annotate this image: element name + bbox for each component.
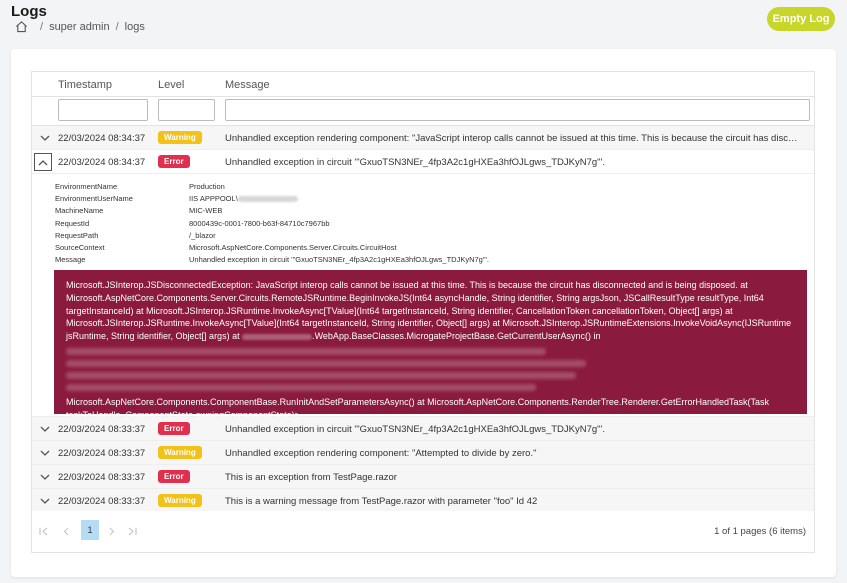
prop-value: Unhandled exception in circuit '"GxuoTSN… bbox=[189, 255, 490, 265]
row-message: This is an exception from TestPage.razor bbox=[225, 472, 397, 483]
row-message: Unhandled exception rendering component:… bbox=[225, 448, 537, 459]
exception-text-continued: .WebApp.BaseClasses.MicrogateProjectBase… bbox=[312, 331, 601, 342]
next-page-icon[interactable] bbox=[102, 521, 120, 541]
message-filter-input[interactable] bbox=[225, 99, 810, 121]
pager-info: 1 of 1 pages (6 items) bbox=[714, 526, 806, 537]
column-header-timestamp[interactable]: Timestamp bbox=[58, 79, 112, 91]
table-row[interactable]: 22/03/2024 08:34:37 Warning Unhandled ex… bbox=[32, 126, 814, 150]
breadcrumb-item-super-admin[interactable]: super admin bbox=[49, 21, 110, 33]
row-timestamp: 22/03/2024 08:33:37 bbox=[58, 448, 146, 459]
redacted-text bbox=[242, 333, 313, 340]
prop-key: MachineName bbox=[55, 206, 104, 216]
row-message: Unhandled exception rendering component:… bbox=[225, 133, 802, 144]
row-timestamp: 22/03/2024 08:33:37 bbox=[58, 496, 146, 507]
grid-body: 22/03/2024 08:34:37 Warning Unhandled ex… bbox=[32, 126, 814, 514]
page-title: Logs bbox=[11, 3, 47, 20]
table-row[interactable]: 22/03/2024 08:33:37 Error Unhandled exce… bbox=[32, 417, 814, 441]
previous-page-icon[interactable] bbox=[57, 521, 75, 541]
expand-chevron-down-icon[interactable] bbox=[38, 131, 52, 145]
row-timestamp: 22/03/2024 08:34:37 bbox=[58, 133, 146, 144]
row-timestamp: 22/03/2024 08:33:37 bbox=[58, 472, 146, 483]
home-icon[interactable] bbox=[15, 20, 28, 33]
prop-key: SourceContext bbox=[55, 242, 105, 252]
expand-chevron-down-icon[interactable] bbox=[38, 422, 52, 436]
logs-grid: Timestamp Level Message 22/03/2024 08:34… bbox=[31, 71, 815, 515]
redacted-line bbox=[66, 359, 586, 367]
prop-value: IIS APPPOOL\ bbox=[189, 194, 298, 203]
prop-key: RequestPath bbox=[55, 230, 99, 240]
level-badge: Warning bbox=[158, 494, 202, 507]
level-badge: Warning bbox=[158, 131, 202, 144]
redacted-line bbox=[66, 383, 536, 391]
row-detail-panel: EnvironmentName Production EnvironmentUse… bbox=[32, 174, 814, 420]
filter-row bbox=[32, 97, 814, 126]
exception-panel: Microsoft.JSInterop.JSDisconnectedExcept… bbox=[54, 270, 807, 420]
column-header-level[interactable]: Level bbox=[158, 79, 184, 91]
expand-chevron-down-icon[interactable] bbox=[38, 494, 52, 508]
timestamp-filter-input[interactable] bbox=[58, 99, 148, 121]
empty-log-button[interactable]: Empty Log bbox=[767, 7, 835, 31]
level-badge: Error bbox=[158, 470, 190, 483]
column-header-message[interactable]: Message bbox=[225, 79, 270, 91]
last-page-icon[interactable] bbox=[123, 521, 141, 541]
grid-header: Timestamp Level Message bbox=[32, 72, 814, 97]
prop-key: EnvironmentName bbox=[55, 182, 118, 191]
row-timestamp: 22/03/2024 08:33:37 bbox=[58, 424, 146, 435]
level-badge: Warning bbox=[158, 446, 202, 459]
expand-chevron-down-icon[interactable] bbox=[38, 446, 52, 460]
level-badge: Error bbox=[158, 422, 190, 435]
table-row[interactable]: 22/03/2024 08:33:37 Error This is an exc… bbox=[32, 465, 814, 489]
prop-value: MIC-WEB bbox=[189, 206, 223, 216]
breadcrumb-separator: / bbox=[115, 20, 119, 33]
row-timestamp: 22/03/2024 08:34:37 bbox=[58, 157, 146, 168]
prop-value: Production bbox=[189, 182, 225, 191]
breadcrumb-item-logs: logs bbox=[124, 20, 145, 33]
row-message: Unhandled exception in circuit '"GxuoTSN… bbox=[225, 424, 606, 435]
breadcrumb: / super admin / logs bbox=[15, 20, 145, 33]
logs-card: Timestamp Level Message 22/03/2024 08:34… bbox=[11, 49, 836, 577]
redacted-line bbox=[66, 371, 576, 379]
prop-value: Microsoft.AspNetCore.Components.Server.C… bbox=[189, 242, 397, 252]
breadcrumb-separator: / bbox=[40, 20, 44, 33]
table-row[interactable]: 22/03/2024 08:34:37 Error Unhandled exce… bbox=[32, 150, 814, 174]
level-badge: Error bbox=[158, 155, 190, 168]
table-row[interactable]: 22/03/2024 08:33:37 Warning This is a wa… bbox=[32, 489, 814, 513]
detail-properties: EnvironmentName Production EnvironmentUse… bbox=[55, 182, 615, 267]
table-row[interactable]: 22/03/2024 08:33:37 Warning Unhandled ex… bbox=[32, 441, 814, 465]
pager: 1 1 of 1 pages (6 items) bbox=[31, 511, 815, 553]
page-button-current[interactable]: 1 bbox=[81, 520, 99, 540]
prop-value: /_blazor bbox=[189, 230, 216, 240]
level-filter-input[interactable] bbox=[158, 99, 215, 121]
redacted-line bbox=[66, 347, 546, 355]
prop-key: RequestId bbox=[55, 218, 90, 228]
prop-value: 8000439c-0001-7800-b63f-84710c7967bb bbox=[189, 218, 330, 228]
collapse-chevron-up-icon[interactable] bbox=[34, 153, 52, 171]
prop-key: EnvironmentUserName bbox=[55, 194, 133, 204]
row-message: Unhandled exception in circuit '"GxuoTSN… bbox=[225, 157, 606, 168]
row-message: This is a warning message from TestPage.… bbox=[225, 496, 538, 507]
expand-chevron-down-icon[interactable] bbox=[38, 470, 52, 484]
prop-key: Message bbox=[55, 255, 86, 265]
redacted-text bbox=[237, 196, 298, 203]
first-page-icon[interactable] bbox=[34, 521, 52, 541]
